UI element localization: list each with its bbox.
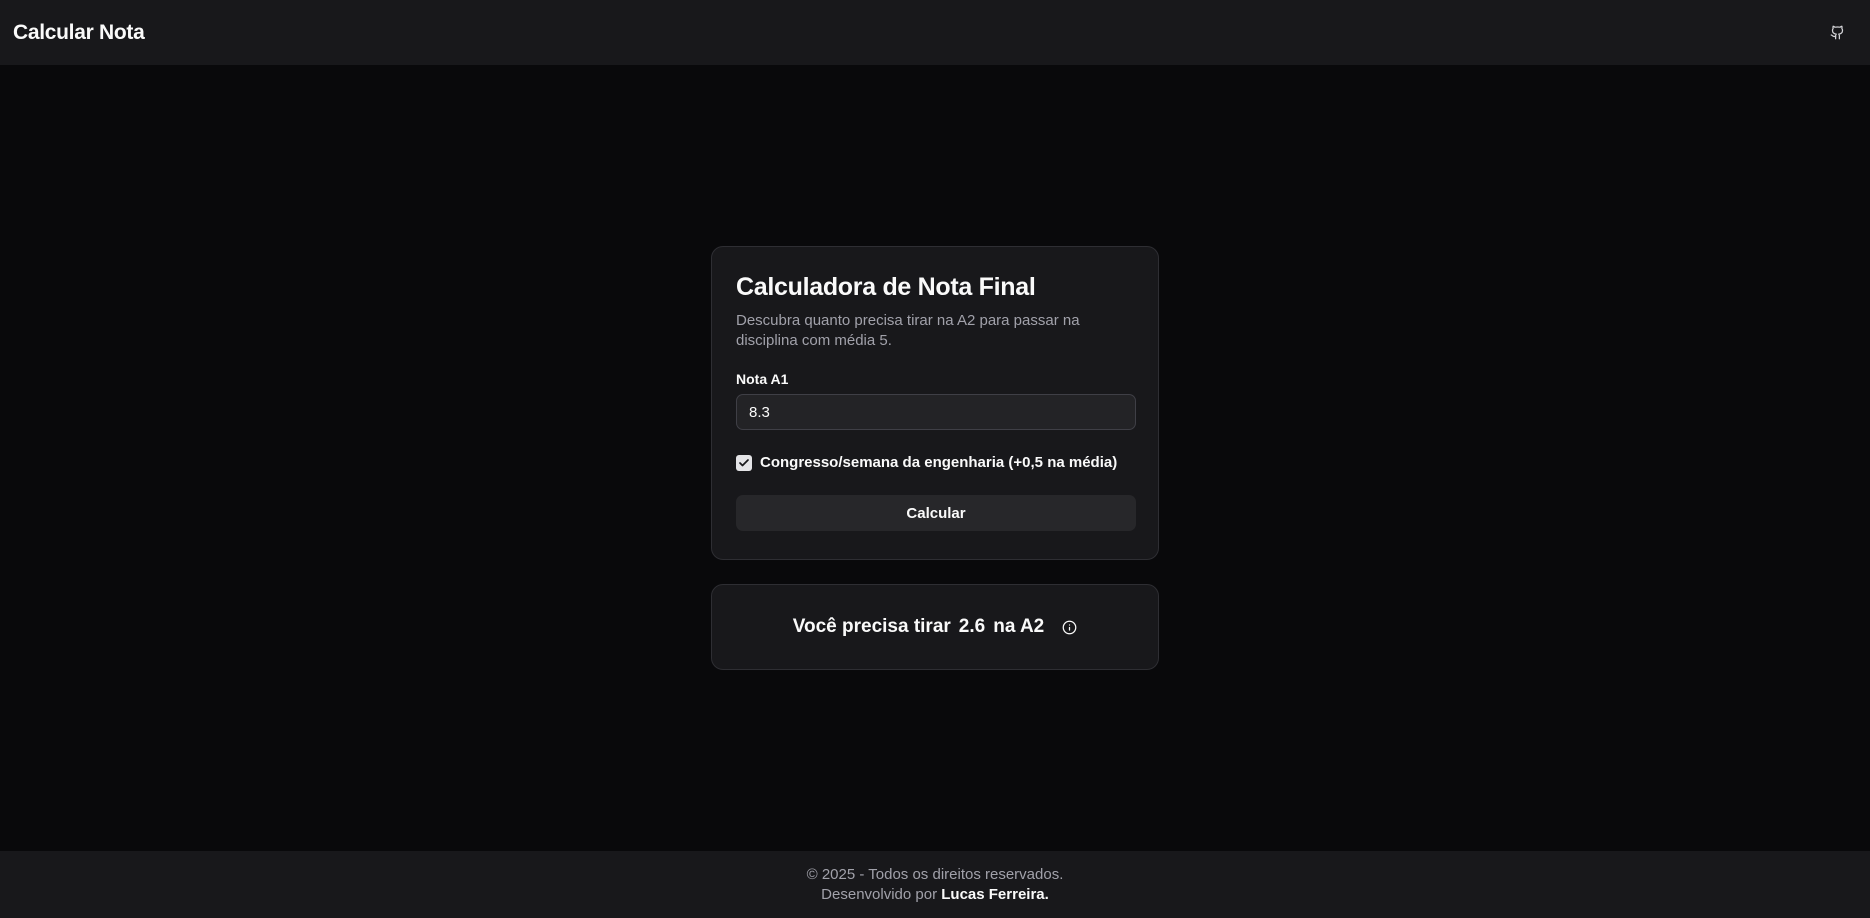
calculator-card: Calculadora de Nota Final Descubra quant… [711,246,1159,560]
app-root: Calcular Nota Calculadora de Nota Final … [0,0,1870,918]
github-link[interactable] [1824,20,1850,46]
author-link[interactable]: Lucas Ferreira. [941,886,1049,903]
main-content: Calculadora de Nota Final Descubra quant… [0,65,1870,851]
calculator-description: Descubra quanto precisa tirar na A2 para… [736,312,1080,349]
result-text: Você precisa tirar 2.6 na A2 [793,616,1078,638]
congresso-checkbox[interactable] [736,454,752,471]
result-suffix: na A2 [993,616,1045,637]
top-bar: Calcular Nota [0,0,1870,65]
congresso-option: Congresso/semana da engenharia (+0,5 na … [736,454,1134,471]
result-prefix: Você precisa tirar [792,616,951,637]
github-icon [1830,25,1843,40]
footer-credits: Desenvolvido por Lucas Ferreira. [821,885,1049,905]
info-button[interactable] [1062,620,1077,635]
result-value: 2.6 [958,616,986,637]
result-card: Você precisa tirar 2.6 na A2 [711,584,1159,670]
info-icon [1062,620,1077,634]
nota-a1-label: Nota A1 [736,371,789,387]
nota-a1-input[interactable] [736,394,1136,430]
footer-copyright: © 2025 - Todos os direitos reservados. [806,865,1064,883]
check-icon [739,458,749,466]
footer-dev-prefix: Desenvolvido por [821,885,938,903]
congresso-label[interactable]: Congresso/semana da engenharia (+0,5 na … [760,454,1117,471]
calculator-title: Calculadora de Nota Final [736,273,1036,301]
brand-title: Calcular Nota [13,20,145,44]
footer: © 2025 - Todos os direitos reservados. D… [0,851,1870,918]
calcular-button[interactable]: Calcular [736,495,1136,531]
